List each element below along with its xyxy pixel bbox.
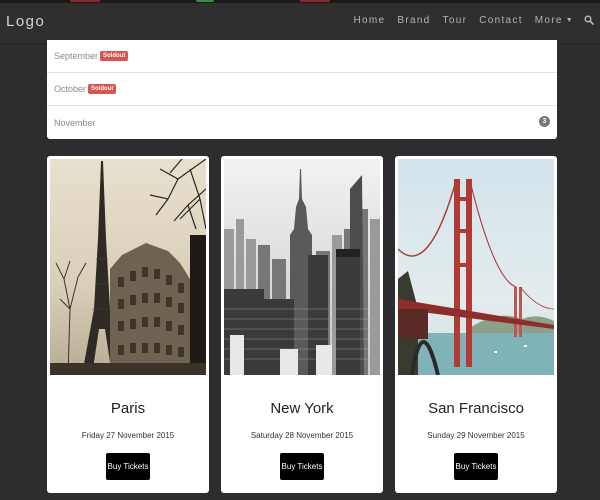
golden-gate-bridge-photo xyxy=(398,159,554,375)
nav-more-label: More xyxy=(534,15,563,26)
month-row-october[interactable]: October Soldout xyxy=(47,73,557,106)
month-label: November xyxy=(54,117,96,128)
buy-tickets-button[interactable]: Buy Tickets xyxy=(280,453,324,480)
eiffel-tower-photo xyxy=(50,159,206,375)
soldout-badge: Soldout xyxy=(88,84,117,94)
nav-brand[interactable]: Brand xyxy=(397,15,430,26)
nav-contact[interactable]: Contact xyxy=(479,15,523,26)
tour-card-san-francisco: San Francisco Sunday 29 November 2015 Bu… xyxy=(395,156,557,493)
month-label: September xyxy=(54,51,99,61)
ticket-count-badge: 3 xyxy=(539,116,550,127)
event-date: Sunday 29 November 2015 xyxy=(427,431,525,440)
tour-month-list: September Soldout October Soldout Novemb… xyxy=(47,40,557,139)
month-row-september[interactable]: September Soldout xyxy=(47,40,557,73)
buy-tickets-button[interactable]: Buy Tickets xyxy=(106,453,150,480)
month-row-november[interactable]: November 3 xyxy=(47,106,557,139)
event-date: Friday 27 November 2015 xyxy=(81,431,175,440)
nav-tour[interactable]: Tour xyxy=(443,15,468,26)
nav-more-dropdown[interactable]: More ▼ xyxy=(535,15,574,26)
nav-home[interactable]: Home xyxy=(353,15,385,26)
buy-tickets-button[interactable]: Buy Tickets xyxy=(454,453,498,480)
top-accent-strip xyxy=(0,0,600,3)
new-york-skyline-photo xyxy=(224,159,380,375)
city-name: San Francisco xyxy=(428,400,524,417)
event-date: Saturday 28 November 2015 xyxy=(250,431,354,440)
logo[interactable]: Logo xyxy=(6,13,45,30)
search-icon[interactable] xyxy=(584,14,594,25)
navbar: Logo Home Brand Tour Contact More ▼ xyxy=(0,0,600,44)
tour-card-new-york: New York Saturday 28 November 2015 Buy T… xyxy=(221,156,383,493)
city-name: Paris xyxy=(110,400,146,417)
month-label: October xyxy=(54,84,87,94)
nav-links: Home Brand Tour Contact More ▼ xyxy=(341,14,594,26)
city-name: New York xyxy=(270,400,334,417)
tour-card-paris: Paris Friday 27 November 2015 Buy Ticket… xyxy=(47,156,209,493)
caret-down-icon: ▼ xyxy=(565,17,574,24)
soldout-badge: Soldout xyxy=(100,51,129,61)
